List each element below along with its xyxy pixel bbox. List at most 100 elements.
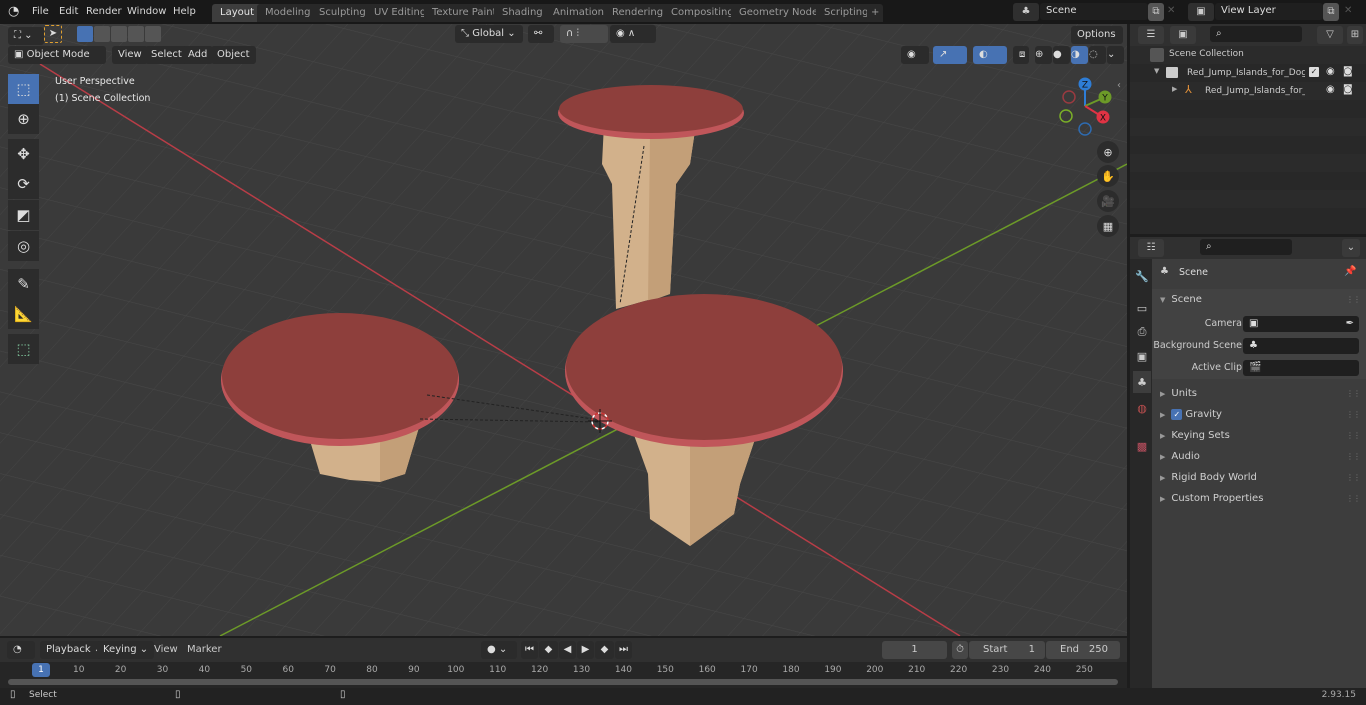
view-layer-name-field[interactable]: View Layer (1215, 3, 1323, 20)
wireframe-shading-button[interactable]: ⊕ (1035, 46, 1052, 64)
timeline-menu-view[interactable]: View (154, 644, 178, 655)
properties-options-dropdown[interactable]: ⌄ (1342, 239, 1360, 257)
properties-editor-type-button[interactable]: ☷ (1138, 239, 1164, 257)
tool-add-cube[interactable]: ⬚ (8, 334, 39, 364)
tab-render[interactable]: ▭ (1133, 297, 1151, 319)
select-invert-button[interactable] (128, 26, 144, 42)
rendered-shading-button[interactable]: ◌ (1089, 46, 1106, 64)
tool-cursor[interactable]: ⊕ (8, 104, 39, 134)
tab-rendering[interactable]: Rendering (604, 4, 672, 22)
outliner-search-input[interactable]: ⌕ (1210, 26, 1302, 42)
drag-grip-icon[interactable]: ⋮⋮ (1346, 488, 1361, 509)
scene-section-header[interactable]: ▼ Scene ⋮⋮ (1152, 289, 1366, 310)
outliner-row-collection[interactable]: ▼ Red_Jump_Islands_for_Dog_P ✓ ◉ ◙ (1130, 64, 1366, 82)
mode-dropdown[interactable]: ▣ Object Mode (8, 46, 106, 64)
tool-select-box[interactable]: ⬚ (8, 74, 39, 104)
tab-sculpting[interactable]: Sculpting (311, 4, 374, 22)
outliner-editor-type-button[interactable]: ☰ (1138, 26, 1164, 44)
solid-shading-button[interactable]: ● (1053, 46, 1070, 64)
pin-icon[interactable]: 📌 (1344, 266, 1356, 277)
transform-orientation-dropdown[interactable]: ⤡ Global ⌄ (455, 25, 523, 43)
tab-animation[interactable]: Animation (545, 4, 612, 22)
options-dropdown[interactable]: Options ⌄ (1071, 26, 1123, 58)
tab-shading[interactable]: Shading (494, 4, 551, 22)
eyedropper-icon[interactable]: ✒ (1346, 316, 1354, 332)
timeline-editor-type-button[interactable]: ◔ ⌄ (7, 641, 35, 673)
panel-units[interactable]: ▶ Units ⋮⋮ (1152, 383, 1366, 404)
current-frame-field[interactable]: 1 (882, 641, 947, 659)
jump-end-button[interactable]: ⏭ (615, 641, 632, 659)
drag-grip-icon[interactable]: ⋮⋮ (1346, 446, 1361, 467)
tab-modeling[interactable]: Modeling (257, 4, 319, 22)
tool-scale[interactable]: ◩ (8, 200, 39, 230)
menu-add[interactable]: Add (182, 46, 214, 64)
display-mode-dropdown[interactable]: ▣ (1170, 26, 1196, 44)
outliner-row-scene-collection[interactable]: Scene Collection (1130, 46, 1366, 64)
drag-grip-icon[interactable]: ⋮⋮ (1346, 404, 1361, 425)
keying-dropdown[interactable]: Keying ⌄ (97, 641, 155, 659)
end-frame-field[interactable]: End 250 (1046, 641, 1120, 659)
expand-arrow-icon[interactable]: ▶ (1172, 85, 1177, 93)
drag-grip-icon[interactable]: ⋮⋮ (1346, 425, 1361, 446)
start-frame-field[interactable]: Start 1 (969, 641, 1045, 659)
select-tool-button[interactable]: ➤ (44, 25, 62, 43)
play-reverse-button[interactable]: ◀ (559, 641, 576, 659)
timeline-menu-marker[interactable]: Marker (187, 644, 222, 655)
tool-annotate[interactable]: ✎ (8, 269, 39, 299)
editor-type-button[interactable]: ⛶ ⌄ (8, 27, 44, 45)
auto-keying-toggle[interactable]: ● ⌄ (481, 641, 517, 659)
sidebar-toggle-icon[interactable]: ‹ (1117, 80, 1121, 91)
menu-view[interactable]: View (112, 46, 148, 64)
next-keyframe-button[interactable]: ◆ (595, 641, 614, 659)
proportional-editing-toggle[interactable]: ◉ ∧ (610, 25, 656, 43)
drag-grip-icon[interactable]: ⋮⋮ (1346, 289, 1361, 310)
panel-audio[interactable]: ▶ Audio ⋮⋮ (1152, 446, 1366, 467)
view-layer-selector-button[interactable]: ▣ (1188, 3, 1214, 21)
zoom-view-button[interactable]: ⊕ (1097, 141, 1119, 163)
select-extend-button[interactable] (94, 26, 110, 42)
timeline-scrollbar[interactable] (8, 679, 1118, 685)
panel-rigid-body-world[interactable]: ▶ Rigid Body World ⋮⋮ (1152, 467, 1366, 488)
drag-grip-icon[interactable]: ⋮⋮ (1346, 467, 1361, 488)
gizmo-toggle[interactable]: ↗ (933, 46, 967, 64)
panel-custom-properties[interactable]: ▶ Custom Properties ⋮⋮ (1152, 488, 1366, 509)
material-preview-shading-button[interactable]: ◑ (1071, 46, 1088, 64)
pivot-point-dropdown[interactable]: ⚯ (528, 25, 554, 43)
blender-logo-icon[interactable]: ◔ (8, 4, 24, 20)
render-camera-icon[interactable]: ◙ (1343, 84, 1353, 95)
play-button[interactable]: ▶ (577, 641, 594, 659)
outliner-row-object[interactable]: ▶ ⅄ Red_Jump_Islands_for_Dc ◉ ◙ (1130, 82, 1366, 100)
select-new-button[interactable] (77, 26, 93, 42)
snap-toggle[interactable]: ∩ ⫶ (560, 25, 608, 43)
scene-name-field[interactable]: Scene (1040, 3, 1148, 20)
panel-keying-sets[interactable]: ▶ Keying Sets ⋮⋮ (1152, 425, 1366, 446)
tab-scene[interactable]: ♣ (1133, 371, 1151, 393)
visibility-dropdown[interactable]: ◉ (901, 46, 929, 64)
properties-search-input[interactable]: ⌕ (1200, 239, 1292, 255)
3d-viewport[interactable]: ⛶ ⌄ ➤ ⤡ Global ⌄ ⚯ ∩ ⫶ ◉ ∧ Options ⌄ ▣ O… (0, 24, 1127, 636)
tool-transform[interactable]: ◎ (8, 231, 39, 261)
tab-texture-paint[interactable]: Texture Paint (424, 4, 505, 22)
menu-file[interactable]: File (26, 3, 55, 21)
select-subtract-button[interactable] (111, 26, 127, 42)
tool-measure[interactable]: 📐 (8, 299, 39, 329)
overlay-toggle[interactable]: ◐ (973, 46, 1007, 64)
navigation-gizmo[interactable]: Z Y X (1055, 74, 1115, 136)
filter-dropdown[interactable]: ▽ (1317, 26, 1343, 44)
panel-gravity[interactable]: ▶ ✓ Gravity ⋮⋮ (1152, 404, 1366, 425)
pan-view-button[interactable]: ✋ (1097, 165, 1119, 187)
preview-range-toggle[interactable]: ⏱ (952, 641, 968, 659)
camera-view-button[interactable]: 🎥 (1097, 190, 1119, 212)
tab-tool[interactable]: 🔧 (1133, 265, 1151, 287)
playhead[interactable]: 1 (32, 663, 50, 677)
select-intersect-button[interactable] (145, 26, 161, 42)
menu-window[interactable]: Window (121, 3, 172, 21)
menu-help[interactable]: Help (167, 3, 202, 21)
eye-icon[interactable]: ◉ (1326, 84, 1335, 95)
tool-move[interactable]: ✥ (8, 139, 39, 169)
eye-icon[interactable]: ◉ (1326, 66, 1335, 77)
ortho-toggle-button[interactable]: ▦ (1097, 215, 1119, 237)
gravity-checkbox[interactable]: ✓ (1171, 408, 1183, 420)
new-collection-button[interactable]: ⊞ (1347, 26, 1363, 44)
xray-toggle[interactable]: ⧈ (1013, 46, 1029, 64)
